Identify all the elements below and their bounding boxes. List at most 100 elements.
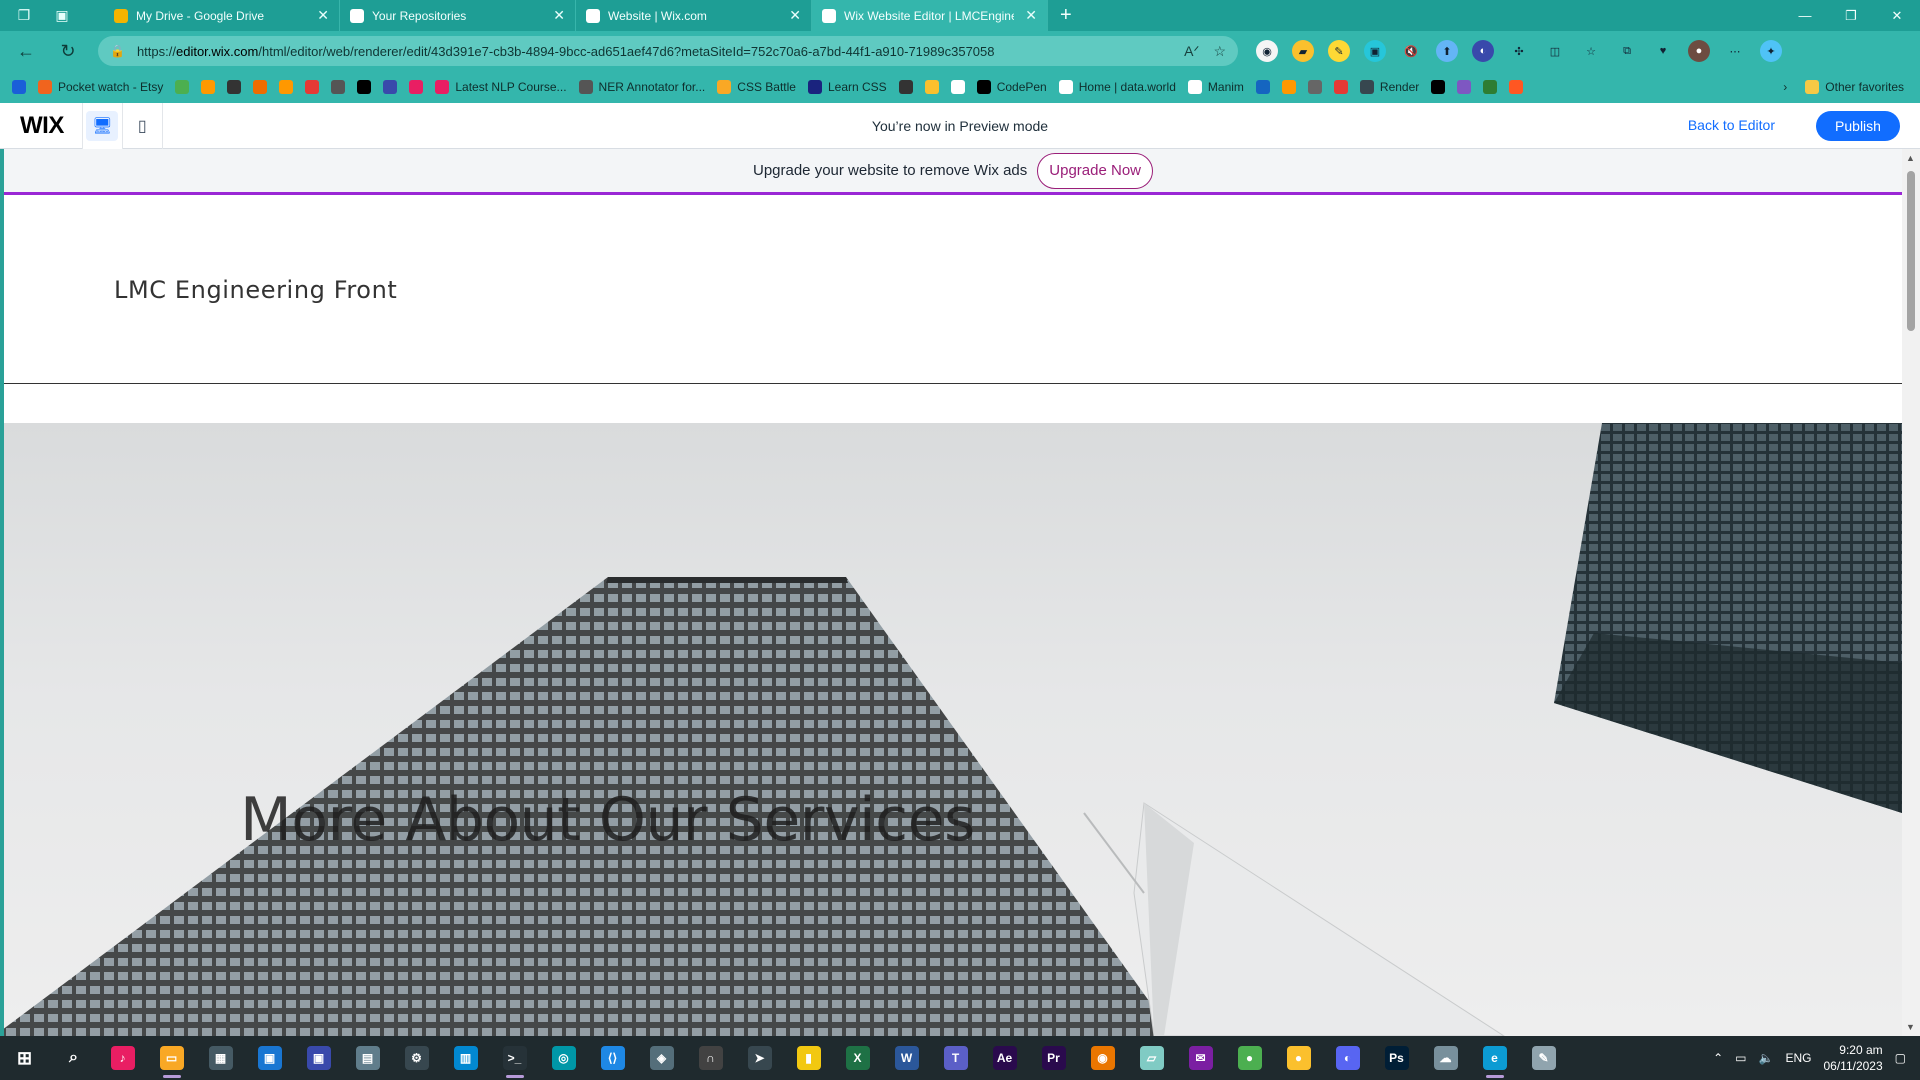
bookmark-item[interactable]: Manim bbox=[1187, 80, 1244, 94]
bookmark-item[interactable] bbox=[227, 80, 242, 94]
taskbar-app[interactable]: e bbox=[1470, 1036, 1519, 1080]
taskbar-app[interactable]: ♪ bbox=[98, 1036, 147, 1080]
minimize-button[interactable]: — bbox=[1782, 0, 1828, 31]
taskbar-app[interactable]: W bbox=[882, 1036, 931, 1080]
site-title[interactable]: LMC Engineering Front bbox=[114, 276, 397, 304]
other-favorites-folder[interactable]: Other favorites bbox=[1805, 80, 1904, 94]
bookmark-item[interactable]: Learn CSS bbox=[807, 80, 887, 94]
refresh-button[interactable]: ↻ bbox=[52, 35, 84, 67]
taskbar-app[interactable]: ▭ bbox=[147, 1036, 196, 1080]
split-screen-icon[interactable]: ◫ bbox=[1544, 40, 1566, 62]
close-tab-icon[interactable]: ✕ bbox=[553, 7, 565, 24]
taskbar-app[interactable]: ● bbox=[1274, 1036, 1323, 1080]
taskbar-app[interactable]: ✎ bbox=[1519, 1036, 1568, 1080]
taskbar-app[interactable]: ◉ bbox=[1078, 1036, 1127, 1080]
bookmark-item[interactable] bbox=[175, 80, 190, 94]
taskbar-app[interactable]: ▣ bbox=[294, 1036, 343, 1080]
extension-icon[interactable]: ✎ bbox=[1328, 40, 1350, 62]
taskbar-app[interactable]: ➤ bbox=[735, 1036, 784, 1080]
close-window-button[interactable]: ✕ bbox=[1874, 0, 1920, 31]
collections-icon[interactable]: ⧉ bbox=[1616, 40, 1638, 62]
profile-avatar[interactable]: ● bbox=[1688, 40, 1710, 62]
bookmark-item[interactable]: CSS Battle bbox=[717, 80, 796, 94]
back-to-editor-link[interactable]: Back to Editor bbox=[1688, 117, 1775, 133]
taskbar-app[interactable]: ▮ bbox=[784, 1036, 833, 1080]
favorites-icon[interactable]: ☆ bbox=[1580, 40, 1602, 62]
bookmark-item[interactable] bbox=[1333, 80, 1348, 94]
chevron-up-icon[interactable]: ⌃ bbox=[1713, 1051, 1723, 1065]
taskbar-app[interactable]: ⟨⟩ bbox=[588, 1036, 637, 1080]
mobile-view-button[interactable]: ▯ bbox=[123, 102, 163, 149]
scroll-up-arrow-icon[interactable]: ▲ bbox=[1906, 153, 1915, 163]
bookmark-item[interactable] bbox=[409, 80, 424, 94]
chevron-right-icon[interactable]: › bbox=[1783, 80, 1787, 94]
taskbar-app[interactable]: ▥ bbox=[441, 1036, 490, 1080]
bookmark-item[interactable] bbox=[924, 80, 939, 94]
clock[interactable]: 9:20 am 06/11/2023 bbox=[1823, 1042, 1882, 1074]
bookmark-item[interactable]: Pocket watch - Etsy bbox=[38, 80, 163, 94]
bookmark-item[interactable]: Render bbox=[1359, 80, 1419, 94]
taskbar-app[interactable]: Ae bbox=[980, 1036, 1029, 1080]
copilot-icon[interactable]: ✦ bbox=[1760, 40, 1782, 62]
taskbar-app[interactable]: ◎ bbox=[539, 1036, 588, 1080]
taskbar-app[interactable]: ◐ bbox=[1323, 1036, 1372, 1080]
extension-icon[interactable]: ◉ bbox=[1256, 40, 1278, 62]
taskbar-app[interactable]: ▣ bbox=[245, 1036, 294, 1080]
performance-icon[interactable]: ♥ bbox=[1652, 40, 1674, 62]
taskbar-app[interactable]: X bbox=[833, 1036, 882, 1080]
taskbar-app[interactable]: ✉ bbox=[1176, 1036, 1225, 1080]
browser-tab[interactable]: Your Repositories ✕ bbox=[340, 0, 576, 31]
taskbar-app[interactable]: ⚙ bbox=[392, 1036, 441, 1080]
wix-logo[interactable]: WIX bbox=[0, 102, 83, 149]
start-button[interactable]: ⊞ bbox=[0, 1036, 49, 1080]
bookmark-item[interactable] bbox=[253, 80, 268, 94]
bookmark-item[interactable] bbox=[357, 80, 372, 94]
bookmark-item[interactable] bbox=[1483, 80, 1498, 94]
bookmark-item[interactable] bbox=[305, 80, 320, 94]
lock-icon[interactable]: 🔒 bbox=[110, 44, 125, 58]
tab-actions-icon[interactable]: ▣ bbox=[48, 2, 76, 30]
url-field[interactable]: 🔒 https://editor.wix.com/html/editor/web… bbox=[98, 36, 1238, 66]
extension-icon[interactable]: ◐ bbox=[1472, 40, 1494, 62]
desktop-view-button[interactable]: 🖥 bbox=[82, 102, 123, 149]
bookmark-item[interactable] bbox=[1281, 80, 1296, 94]
hero-heading[interactable]: More About Our Services bbox=[240, 785, 975, 855]
extension-icon[interactable]: ⬆ bbox=[1436, 40, 1458, 62]
taskbar-app[interactable]: ▱ bbox=[1127, 1036, 1176, 1080]
bookmark-item[interactable] bbox=[1509, 80, 1524, 94]
new-tab-button[interactable]: + bbox=[1060, 4, 1072, 27]
extension-icon[interactable]: ▰ bbox=[1292, 40, 1314, 62]
more-menu-icon[interactable]: ⋯ bbox=[1724, 40, 1746, 62]
bookmark-item[interactable] bbox=[279, 80, 294, 94]
bookmark-item[interactable]: NER Annotator for... bbox=[578, 80, 705, 94]
bookmark-item[interactable] bbox=[12, 80, 26, 94]
bookmark-item[interactable] bbox=[201, 80, 216, 94]
bookmark-item[interactable]: Home | data.world bbox=[1058, 80, 1176, 94]
taskbar-app[interactable]: Pr bbox=[1029, 1036, 1078, 1080]
taskbar-app[interactable]: Ps bbox=[1372, 1036, 1421, 1080]
taskbar-app[interactable]: ◈ bbox=[637, 1036, 686, 1080]
taskbar-app[interactable]: ☁ bbox=[1421, 1036, 1470, 1080]
browser-tab[interactable]: Wix Website Editor | LMCEngine ✕ bbox=[812, 0, 1048, 31]
language-indicator[interactable]: ENG bbox=[1785, 1051, 1811, 1065]
mute-icon[interactable]: 🔇 bbox=[1400, 40, 1422, 62]
upgrade-now-button[interactable]: Upgrade Now bbox=[1037, 152, 1153, 189]
browser-tab[interactable]: Website | Wix.com ✕ bbox=[576, 0, 812, 31]
extension-icon[interactable]: ▣ bbox=[1364, 40, 1386, 62]
close-tab-icon[interactable]: ✕ bbox=[789, 7, 801, 24]
bookmark-item[interactable] bbox=[383, 80, 398, 94]
taskbar-app[interactable]: >_ bbox=[490, 1036, 539, 1080]
publish-button[interactable]: Publish bbox=[1816, 111, 1900, 141]
bookmark-item[interactable] bbox=[331, 80, 346, 94]
bookmark-item[interactable]: CodePen bbox=[976, 80, 1047, 94]
search-button[interactable]: ⌕ bbox=[49, 1036, 98, 1080]
browser-tab[interactable]: My Drive - Google Drive ✕ bbox=[104, 0, 340, 31]
close-tab-icon[interactable]: ✕ bbox=[1025, 7, 1037, 24]
page-scrollbar[interactable]: ▲ ▼ bbox=[1902, 149, 1920, 1036]
network-icon[interactable]: ▭ bbox=[1735, 1051, 1746, 1065]
workspaces-icon[interactable]: ❐ bbox=[10, 2, 38, 30]
bookmark-item[interactable] bbox=[1431, 80, 1446, 94]
bookmark-item[interactable] bbox=[898, 80, 913, 94]
read-aloud-icon[interactable]: Aᐟ bbox=[1184, 43, 1199, 60]
extensions-puzzle-icon[interactable]: ✣ bbox=[1508, 40, 1530, 62]
